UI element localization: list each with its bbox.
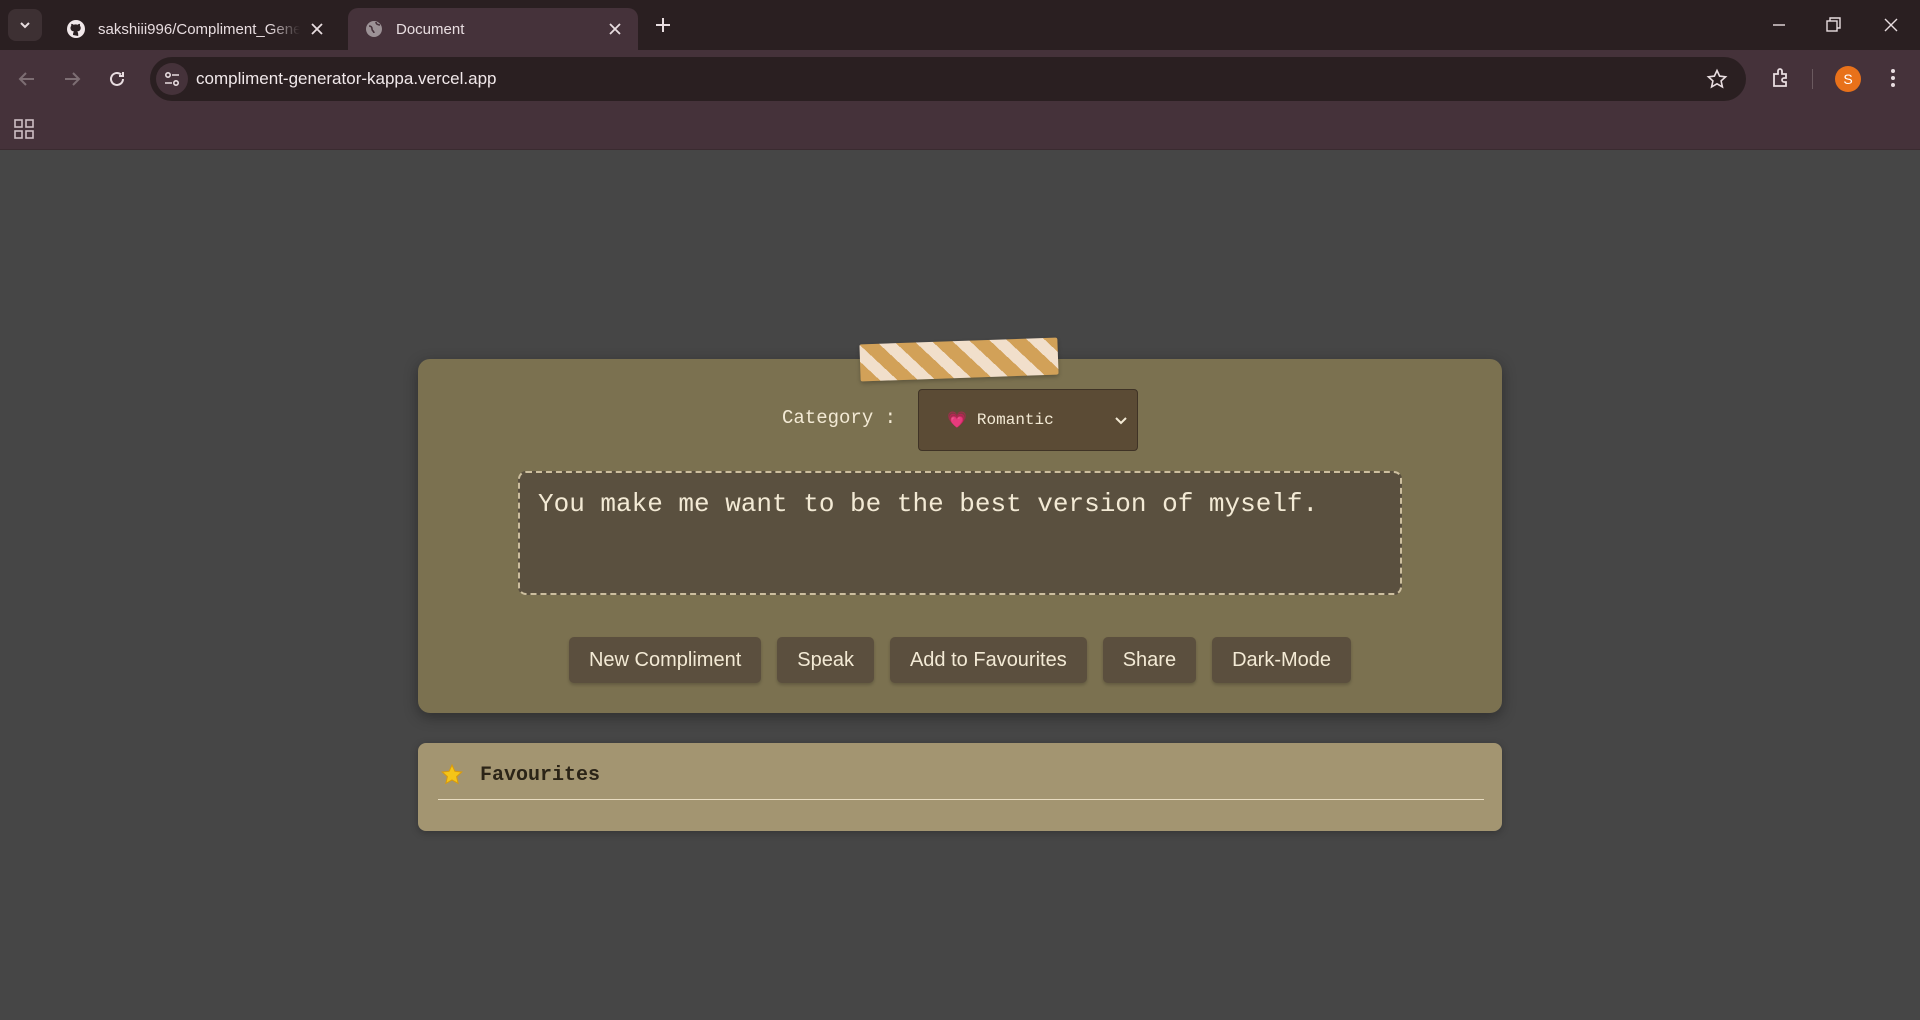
github-icon: [67, 20, 85, 38]
favourites-divider: [438, 799, 1484, 800]
new-compliment-button[interactable]: New Compliment: [568, 637, 762, 683]
add-to-favourites-button[interactable]: Add to Favourites: [889, 637, 1087, 683]
share-button[interactable]: Share: [1102, 637, 1197, 683]
new-tab-plus-icon[interactable]: [652, 14, 674, 36]
star-icon: [441, 763, 463, 785]
tab-search-button[interactable]: [8, 9, 42, 41]
close-icon[interactable]: [308, 20, 326, 38]
compliment-text: You make me want to be the best version …: [518, 471, 1402, 595]
tune-icon: [164, 71, 180, 87]
toolbar-divider: [1812, 69, 1813, 89]
tab-strip: sakshiii996/Compliment_Generator Documen…: [0, 0, 1920, 50]
favourites-title: Favourites: [480, 763, 601, 787]
url-text: compliment-generator-kappa.vercel.app: [196, 69, 497, 88]
extensions-puzzle-icon[interactable]: [1769, 65, 1795, 91]
site-info-button[interactable]: [156, 63, 188, 95]
bookmarks-bar: [0, 108, 1920, 150]
forward-arrow-icon[interactable]: [60, 67, 84, 91]
window-close-icon[interactable]: [1878, 12, 1904, 38]
dark-mode-button[interactable]: Dark-Mode: [1212, 637, 1352, 683]
favourites-heading: Favourites: [440, 763, 600, 787]
bookmark-star-icon[interactable]: [1706, 68, 1728, 90]
tab-title: Document: [396, 20, 465, 38]
close-icon[interactable]: [606, 20, 624, 38]
category-label: Category :: [782, 407, 897, 429]
heart-icon: 💗: [947, 412, 967, 430]
back-arrow-icon[interactable]: [15, 67, 39, 91]
chevron-down-icon: [1115, 417, 1127, 425]
compliment-card: Category : 💗 Romantic You make me want t…: [418, 359, 1502, 713]
speak-button[interactable]: Speak: [777, 637, 874, 683]
tab-title: sakshiii996/Compliment_Generator: [98, 20, 300, 38]
chevron-down-icon: [20, 22, 30, 29]
favourites-panel: Favourites: [418, 743, 1502, 831]
category-selected-value: Romantic: [976, 411, 1054, 429]
minimize-icon[interactable]: [1766, 12, 1792, 38]
tab-document[interactable]: Document: [348, 8, 638, 50]
profile-avatar[interactable]: S: [1835, 66, 1861, 92]
address-bar[interactable]: compliment-generator-kappa.vercel.app: [150, 57, 1746, 101]
category-select[interactable]: 💗 Romantic: [918, 389, 1138, 451]
more-vert-icon[interactable]: [1880, 65, 1906, 91]
tab-github[interactable]: sakshiii996/Compliment_Generator: [50, 8, 340, 50]
action-buttons: New Compliment Speak Add to Favourites S…: [418, 637, 1502, 683]
reload-icon[interactable]: [105, 67, 129, 91]
apps-grid-icon[interactable]: [13, 118, 35, 140]
globe-icon: [366, 21, 382, 37]
decorative-tape: [859, 337, 1059, 382]
restore-icon[interactable]: [1820, 12, 1846, 38]
page-viewport: Category : 💗 Romantic You make me want t…: [0, 151, 1920, 1020]
browser-toolbar: compliment-generator-kappa.vercel.app S: [0, 50, 1920, 108]
